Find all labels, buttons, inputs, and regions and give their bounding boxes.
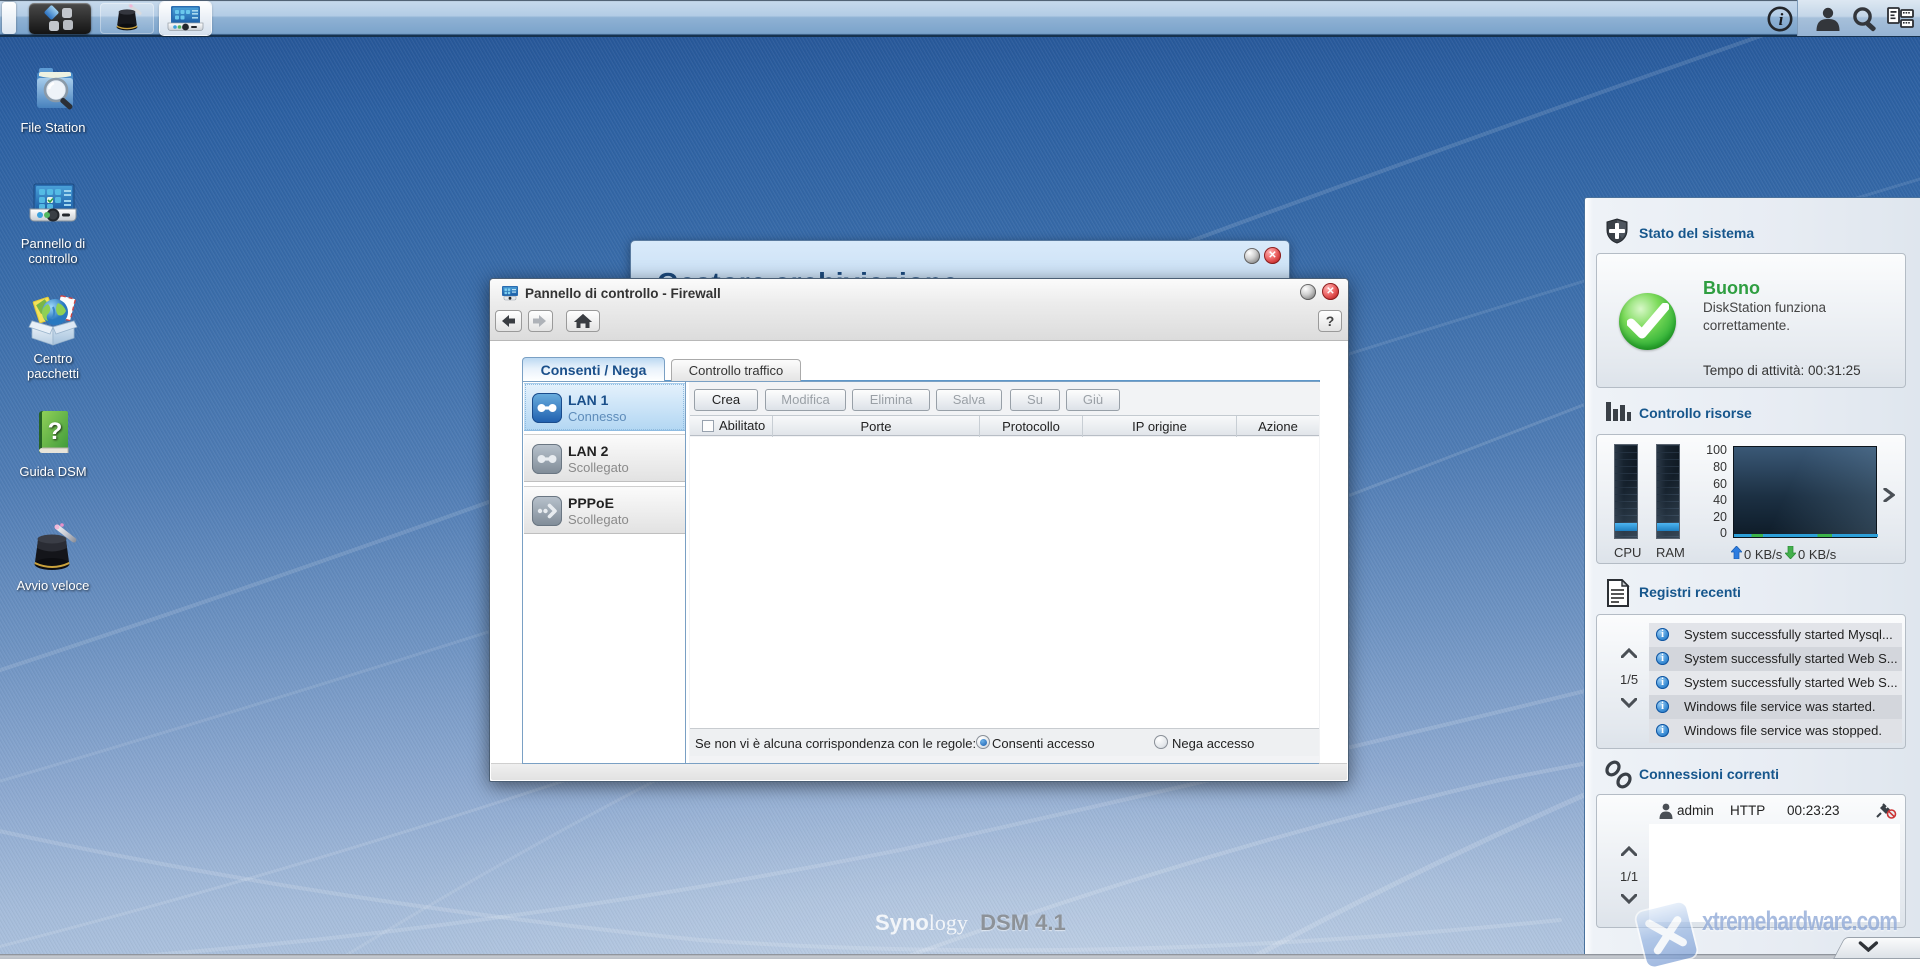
svg-text:?: ? [48, 418, 63, 445]
svg-text:i: i [1779, 10, 1784, 29]
